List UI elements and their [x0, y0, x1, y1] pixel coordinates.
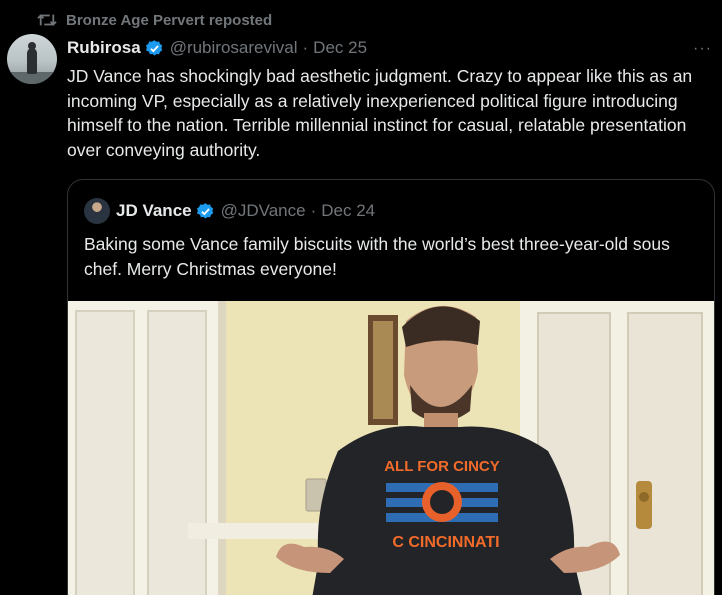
quote-author-handle[interactable]: @JDVance — [221, 201, 306, 221]
verified-badge-icon — [196, 202, 215, 221]
separator: · — [310, 201, 317, 220]
repost-icon — [36, 11, 58, 29]
shirt-text-bottom: C CINCINNATI — [392, 534, 499, 551]
tweet-header: Rubirosa @rubirosarevival · Dec 25 — [67, 37, 367, 59]
author-handle[interactable]: @rubirosarevival — [170, 38, 298, 58]
avatar[interactable] — [84, 198, 110, 224]
shirt-text-top: ALL FOR CINCY — [384, 458, 500, 475]
author-name[interactable]: Rubirosa — [67, 38, 141, 58]
quote-date[interactable]: Dec 24 — [321, 201, 375, 221]
avatar[interactable] — [7, 34, 57, 84]
verified-badge-icon — [145, 39, 164, 58]
more-icon[interactable]: ··· — [693, 40, 712, 58]
tweet-date[interactable]: Dec 25 — [313, 38, 367, 58]
repost-header[interactable]: Bronze Age Pervert reposted — [36, 10, 272, 30]
repost-text[interactable]: Bronze Age Pervert reposted — [66, 12, 272, 29]
quoted-tweet[interactable]: JD Vance @JDVance · Dec 24 Baking some V… — [67, 179, 715, 595]
quote-author-name[interactable]: JD Vance — [116, 201, 192, 221]
separator: · — [302, 38, 309, 57]
tweet-media-image[interactable]: ALL FOR CINCY C CINCINNATI — [68, 301, 714, 595]
quote-header: JD Vance @JDVance · Dec 24 — [84, 198, 375, 224]
tweet-text: JD Vance has shockingly bad aesthetic ju… — [67, 66, 693, 160]
quote-text: Baking some Vance family biscuits with t… — [84, 234, 670, 279]
